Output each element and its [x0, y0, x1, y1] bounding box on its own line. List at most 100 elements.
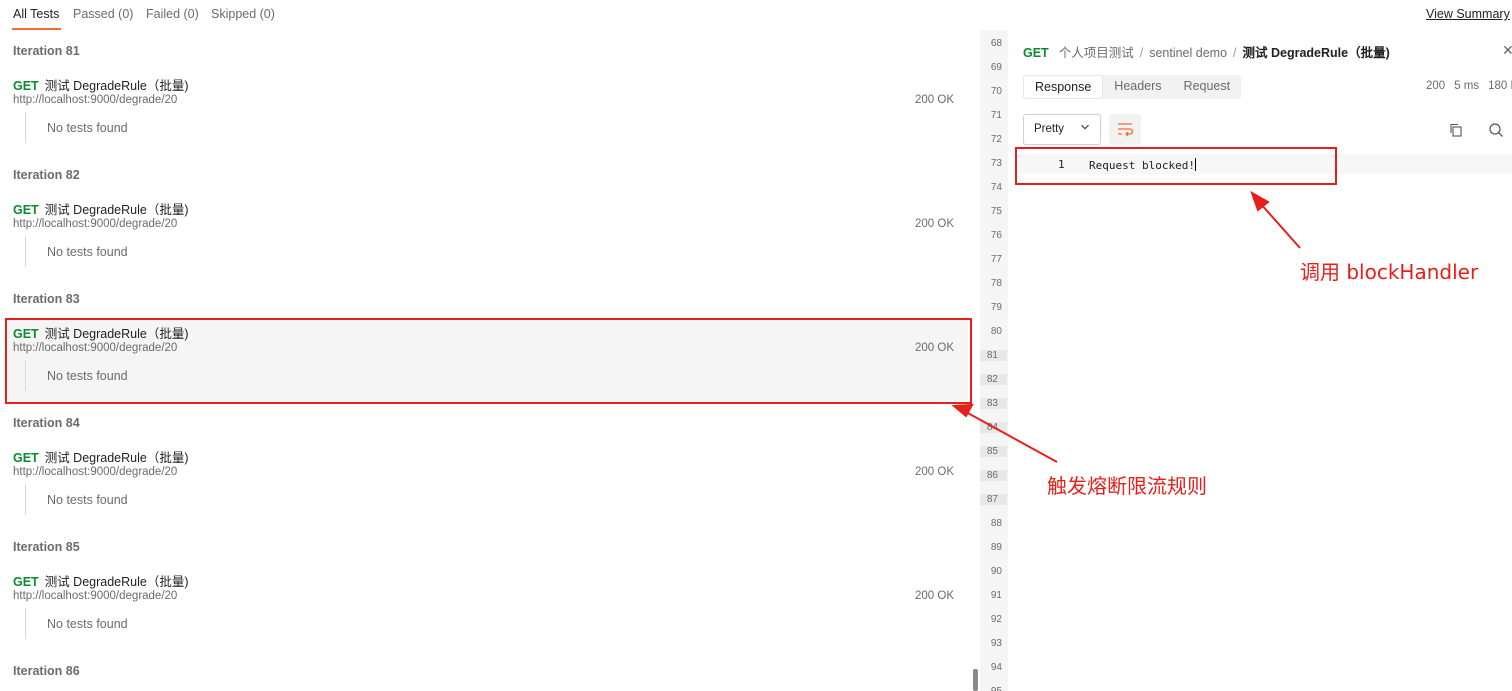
annotation-highlight-box	[1015, 147, 1337, 185]
no-tests-message: No tests found	[47, 493, 128, 507]
line-number: 79	[990, 302, 1002, 313]
line-number: 81	[980, 350, 1007, 361]
breadcrumb-collection[interactable]: sentinel demo	[1149, 46, 1227, 60]
line-number: 87	[980, 494, 1007, 505]
chevron-down-icon	[1081, 124, 1089, 130]
request-url: http://localhost:9000/degrade/20	[13, 218, 178, 230]
tab-response[interactable]: Response	[1023, 75, 1104, 99]
response-pane: GET 个人项目测试 / sentinel demo / 测试 DegradeRule（批…	[1008, 30, 1512, 691]
request-url: http://localhost:9000/degrade/20	[13, 590, 178, 602]
tests-divider	[25, 112, 26, 143]
method-badge: GET	[13, 79, 39, 93]
scrollbar-thumb[interactable]	[973, 669, 978, 691]
tab-skipped[interactable]: Skipped (0)	[211, 7, 275, 21]
line-number: 86	[980, 470, 1007, 481]
tab-failed[interactable]: Failed (0)	[146, 7, 199, 21]
tests-divider	[25, 236, 26, 267]
response-status: 200 OK	[915, 466, 954, 478]
line-number: 70	[990, 86, 1002, 97]
breadcrumb-request: 测试 DegradeRule（批量)	[1242, 46, 1390, 60]
breadcrumb: GET 个人项目测试 / sentinel demo / 测试 DegradeRule（批…	[1023, 42, 1390, 61]
tests-divider	[25, 608, 26, 639]
iteration-title: Iteration 83	[13, 292, 80, 306]
format-select[interactable]: Pretty	[1023, 114, 1101, 145]
response-time: 5 ms	[1454, 80, 1480, 92]
method-badge: GET	[13, 203, 39, 217]
line-number: 75	[990, 206, 1002, 217]
response-status: 200 OK	[915, 94, 954, 106]
tab-passed[interactable]: Passed (0)	[73, 7, 133, 21]
response-tabs: Response Headers Request	[1023, 75, 1242, 99]
line-number: 93	[990, 638, 1002, 649]
request-line: GET 测试 DegradeRule（批量)	[13, 447, 189, 466]
request-line: GET 测试 DegradeRule（批量)	[13, 199, 189, 218]
line-number: 68	[990, 38, 1002, 49]
line-number: 74	[990, 182, 1002, 193]
search-icon[interactable]	[1488, 122, 1504, 138]
request-name: 测试 DegradeRule（批量)	[44, 203, 189, 217]
results-scrollbar[interactable]	[971, 30, 979, 691]
response-status-code: 200	[1426, 80, 1446, 92]
line-number: 73	[990, 158, 1002, 169]
iteration-title: Iteration 84	[13, 416, 80, 430]
iteration-title: Iteration 81	[13, 44, 80, 58]
no-tests-message: No tests found	[47, 245, 128, 259]
line-number: 90	[990, 566, 1002, 577]
tab-headers[interactable]: Headers	[1103, 75, 1172, 99]
line-number: 80	[990, 326, 1002, 337]
iteration-title: Iteration 86	[13, 664, 80, 678]
request-url: http://localhost:9000/degrade/20	[13, 94, 178, 106]
breadcrumb-separator: /	[1139, 46, 1144, 60]
tab-request[interactable]: Request	[1173, 75, 1242, 99]
line-number: 94	[990, 662, 1002, 673]
line-number: 95	[980, 686, 1002, 691]
line-number: 77	[990, 254, 1002, 265]
response-status: 200 OK	[915, 590, 954, 602]
request-line: GET 测试 DegradeRule（批量)	[13, 75, 189, 94]
method-badge: GET	[1023, 46, 1049, 60]
line-number: 82	[980, 374, 1007, 385]
line-number: 84	[980, 422, 1007, 433]
line-number: 72	[990, 134, 1002, 145]
line-number: 92	[990, 614, 1002, 625]
request-row[interactable]: GET 测试 DegradeRule（批量) http://localhost:9…	[8, 195, 968, 277]
line-number: 76	[990, 230, 1002, 241]
response-meta: 200 5 ms 180 B	[1426, 80, 1512, 92]
request-row[interactable]: GET 测试 DegradeRule（批量) http://localhost:9…	[8, 567, 968, 649]
tab-all-tests[interactable]: All Tests	[13, 7, 59, 21]
line-number-gutter: 68 69 70 71 72 73 74 75 76 77 78 79 80 81 82 83 84 85 86 87…	[980, 30, 1008, 691]
method-badge: GET	[13, 451, 39, 465]
request-url: http://localhost:9000/degrade/20	[13, 466, 178, 478]
request-line: GET 测试 DegradeRule（批量)	[13, 571, 189, 590]
annotation-blockhandler-label: 调用 blockHandler	[1300, 260, 1479, 284]
line-number: 83	[980, 398, 1007, 409]
request-row[interactable]: GET 测试 DegradeRule（批量) http://localhost:9…	[8, 71, 968, 153]
response-status: 200 OK	[915, 218, 954, 230]
request-name: 测试 DegradeRule（批量)	[44, 451, 189, 465]
format-select-value: Pretty	[1034, 123, 1065, 135]
request-name: 测试 DegradeRule（批量)	[44, 79, 189, 93]
annotation-trigger-label: 触发熔断限流规则	[1047, 474, 1207, 498]
line-number: 78	[990, 278, 1002, 289]
line-number: 85	[980, 446, 1007, 457]
close-icon[interactable]: ✕	[1502, 42, 1512, 59]
no-tests-message: No tests found	[47, 617, 128, 631]
response-size: 180 B	[1488, 80, 1512, 92]
line-number: 69	[990, 62, 1002, 73]
line-number: 91	[990, 590, 1002, 601]
view-summary-link[interactable]: View Summary	[1426, 7, 1512, 21]
annotation-highlight-box	[5, 318, 972, 404]
line-number: 89	[990, 542, 1002, 553]
wrap-lines-button[interactable]	[1109, 114, 1141, 145]
copy-icon[interactable]	[1448, 122, 1464, 138]
breadcrumb-workspace[interactable]: 个人项目测试	[1059, 46, 1134, 60]
method-badge: GET	[13, 575, 39, 589]
line-number: 88	[990, 518, 1002, 529]
tests-divider	[25, 484, 26, 515]
request-row[interactable]: GET 测试 DegradeRule（批量) http://localhost:9…	[8, 443, 968, 525]
wrap-lines-icon	[1118, 123, 1134, 137]
line-number: 71	[990, 110, 1002, 121]
iteration-title: Iteration 82	[13, 168, 80, 182]
breadcrumb-separator: /	[1233, 46, 1237, 60]
iteration-title: Iteration 85	[13, 540, 80, 554]
